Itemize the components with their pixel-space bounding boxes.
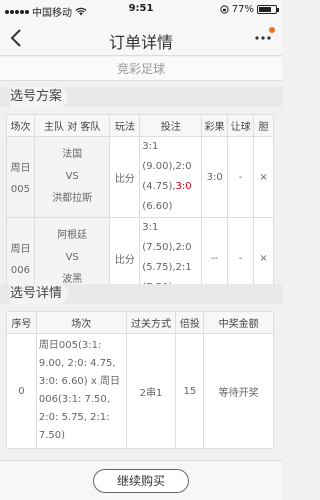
- scheme-table: 场次 主队 对 客队 玩法 投注 彩果 让球 胆 周日 005 法国 VS 洪都拉斯 …: [6, 114, 274, 299]
- bottom-bar: 继续购买: [0, 460, 282, 500]
- col-header: 玩法: [109, 114, 141, 137]
- detail-header-row: 序号 场次 过关方式 倍投 中奖金额: [6, 311, 274, 334]
- lock-rotation-icon: [220, 5, 229, 14]
- col-header: 中奖金额: [203, 311, 274, 334]
- index-cell: 0: [6, 333, 37, 449]
- col-header: 场次: [6, 114, 35, 137]
- banker-cell: ×: [253, 136, 274, 218]
- detail-section-title: 选号详情: [0, 284, 282, 304]
- col-header: 投注: [139, 114, 203, 137]
- col-header: 过关方式: [125, 311, 177, 334]
- match-cell: 周日 005: [6, 136, 35, 218]
- col-header: 序号: [6, 311, 37, 334]
- col-header: 胆: [253, 114, 274, 137]
- col-header: 场次: [35, 311, 127, 334]
- table-row: 周日 005 法国 VS 洪都拉斯 比分 3:1 (9.00),2:0 (4.75),…: [6, 136, 274, 218]
- multiple-cell: 15: [175, 333, 205, 449]
- teams-cell: 法国 VS 洪都拉斯: [33, 136, 111, 218]
- notification-dot: [269, 27, 275, 33]
- col-header: 让球: [227, 114, 255, 137]
- more-dots-icon[interactable]: [254, 33, 272, 43]
- play-cell: 比分: [109, 136, 141, 218]
- detail-table: 序号 场次 过关方式 倍投 中奖金额 0 周日005(3:1: 9.00, 2:…: [6, 311, 274, 449]
- status-bar: 中国移动 9:51 77%: [0, 0, 282, 20]
- page-title: 订单详情: [108, 33, 173, 52]
- battery-icon: [257, 5, 279, 14]
- scheme-section-title: 选号方案: [0, 87, 282, 107]
- continue-buy-button[interactable]: 继续购买: [93, 469, 189, 493]
- scheme-header-row: 场次 主队 对 客队 玩法 投注 彩果 让球 胆: [6, 114, 274, 137]
- col-header: 彩果: [201, 114, 229, 137]
- handicap-cell: -: [227, 136, 255, 218]
- matches-cell: 周日005(3:1: 9.00, 2:0: 4.75, 3:0: 6.60) x…: [35, 333, 127, 449]
- col-header: 倍投: [175, 311, 205, 334]
- result-cell: 3:0: [201, 136, 229, 218]
- col-header: 主队 对 客队: [33, 114, 111, 137]
- nav-bar: 订单详情: [0, 20, 282, 56]
- status-right: 77%: [220, 4, 279, 15]
- prize-cell: 等待开奖: [203, 333, 274, 449]
- table-row: 0 周日005(3:1: 9.00, 2:0: 4.75, 3:0: 6.60)…: [6, 333, 274, 449]
- hit-result: 3:0: [175, 181, 192, 192]
- pass-type-cell: 2串1: [125, 333, 177, 449]
- lottery-type-label: 竞彩足球: [0, 57, 282, 81]
- bet-cell: 3:1 (9.00),2:0 (4.75),3:0 (6.60): [139, 136, 203, 218]
- battery-label: 77%: [231, 4, 254, 15]
